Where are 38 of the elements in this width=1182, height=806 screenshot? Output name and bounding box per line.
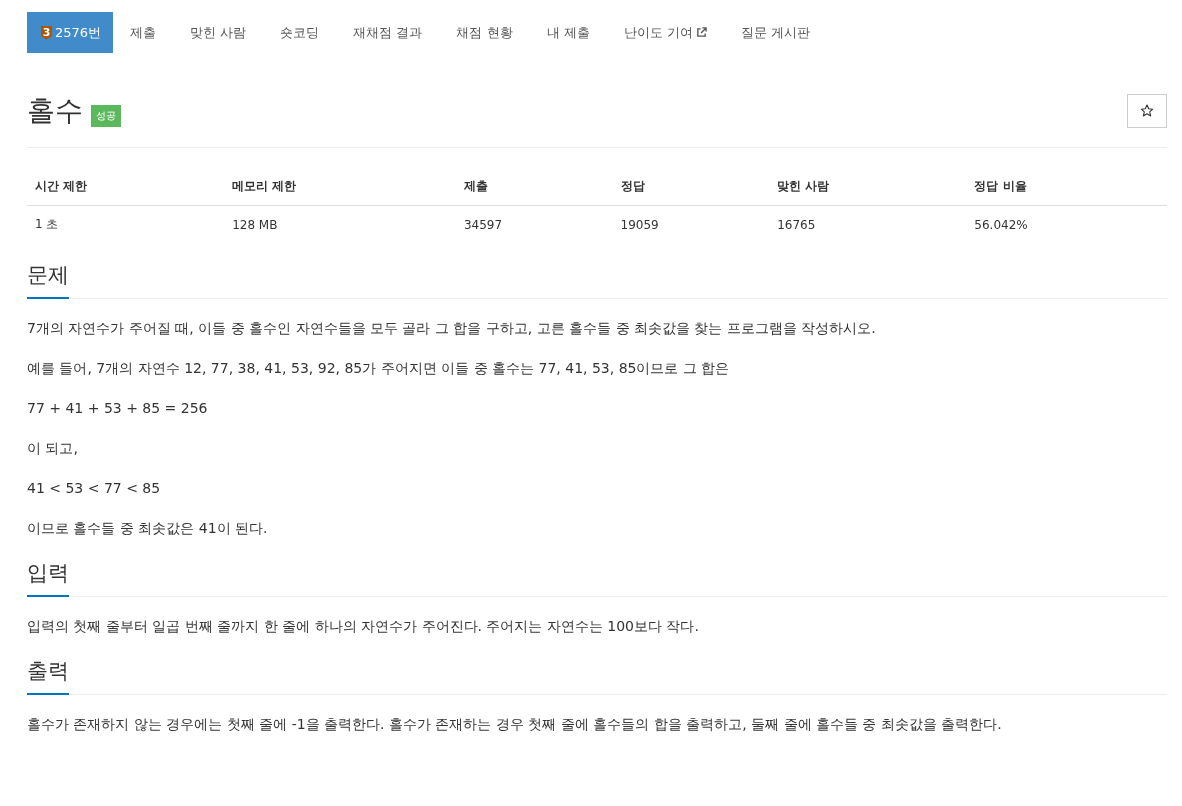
paragraph: 예를 들어, 7개의 자연수 12, 77, 38, 41, 53, 92, 85가 주어지면 이들 중 홀수는 77, 41, 53, 85이므로 그 합은 [27, 359, 731, 377]
tab[interactable]: 재채점 결과 [336, 12, 440, 53]
column-header: 정답 [612, 168, 770, 206]
column-header: 시간 제한 [27, 168, 225, 206]
paragraph: 41 < 53 < 77 < 85 [27, 479, 162, 497]
column-header: 맞힌 사람 [769, 168, 967, 206]
tier-badge: 3 [41, 25, 52, 40]
table-cell: 16765 [769, 205, 967, 243]
external-link-icon [695, 27, 707, 38]
tab[interactable]: 질문 게시판 [723, 12, 827, 53]
section-heading: 입력 [27, 559, 69, 597]
table-cell: 19059 [612, 205, 770, 243]
paragraph: 홀수가 존재하지 않는 경우에는 첫째 줄에 -1을 출력한다. 홀수가 존재하는 경우 첫째 줄에 홀수들의 합을 출력하고, 둘째 줄에 홀수들 중 최솟값을 출력한다. [27, 715, 1003, 733]
paragraph: 7개의 자연수가 주어질 때, 이들 중 홀수인 자연수들을 모두 골라 그 합을 구하고, 고른 홀수들 중 최솟값을 찾는 프로그램을 작성하시오. [27, 319, 877, 337]
section-heading: 출력 [27, 657, 69, 695]
paragraph: 이 되고, [27, 439, 79, 457]
column-header: 정답 비율 [966, 168, 1167, 206]
tab[interactable]: 숏코딩 [263, 12, 337, 53]
column-header: 제출 [455, 168, 613, 206]
problem-title: 홀수 [27, 93, 83, 129]
tab[interactable]: 3 2576번 [27, 12, 114, 53]
star-icon [1140, 104, 1154, 118]
paragraph: 이므로 홀수들 중 최솟값은 41이 된다. [27, 519, 269, 537]
tab[interactable]: 채점 현황 [439, 12, 530, 53]
tab[interactable]: 맞힌 사람 [173, 12, 264, 53]
table-cell: 1 초 [27, 205, 225, 243]
paragraph: 입력의 첫째 줄부터 일곱 번째 줄까지 한 줄에 하나의 자연수가 주어진다. 주어지는 자연수는 100보다 작다. [27, 617, 700, 635]
status-badge: 성공 [91, 105, 121, 127]
tab[interactable]: 내 제출 [529, 12, 607, 53]
star-button[interactable] [1127, 94, 1167, 128]
section-heading: 문제 [27, 261, 69, 299]
table-cell: 128 MB [224, 205, 456, 243]
tab[interactable]: 제출 [113, 12, 174, 53]
tab[interactable]: 난이도 기여 [606, 12, 724, 53]
paragraph: 77 + 41 + 53 + 85 = 256 [27, 399, 209, 417]
table-cell: 34597 [455, 205, 613, 243]
table-cell: 56.042% [966, 205, 1167, 243]
column-header: 메모리 제한 [224, 168, 456, 206]
